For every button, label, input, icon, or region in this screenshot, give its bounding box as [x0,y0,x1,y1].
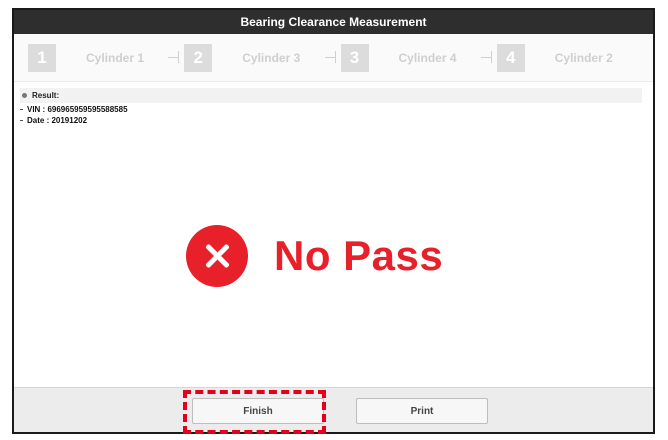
footer-bar: Finish Print [14,387,653,432]
step-separator [168,50,180,63]
bullet-icon [22,93,27,98]
result-heading: Result: [20,88,642,103]
step-cylinder-2: 4 Cylinder 2 [496,43,653,72]
dash-icon [20,120,23,121]
result-panel: Result: VIN : 696965959595588585 Date : … [14,82,653,125]
step-cylinder-1: 1 Cylinder 1 [28,43,184,72]
date-value: Date : 20191202 [27,116,88,125]
step-separator [480,50,492,63]
verdict: No Pass [186,225,443,287]
date-line: Date : 20191202 [20,116,653,125]
step-number: 2 [184,43,213,72]
step-number: 1 [28,43,56,72]
app-window: Bearing Clearance Measurement 1 Cylinder… [12,8,655,434]
x-circle-icon [186,225,248,287]
step-number: 4 [496,43,525,72]
dash-icon [20,109,23,110]
vin-value: VIN : 696965959595588585 [27,105,128,114]
finish-button[interactable]: Finish [192,398,324,424]
print-button[interactable]: Print [356,398,488,424]
step-indicator: 1 Cylinder 1 2 Cylinder 3 3 Cylinder 4 4… [14,34,653,82]
step-label: Cylinder 4 [398,50,457,65]
vin-line: VIN : 696965959595588585 [20,105,653,114]
step-label: Cylinder 3 [242,50,301,65]
step-cylinder-4: 3 Cylinder 4 [340,43,497,72]
step-cylinder-3: 2 Cylinder 3 [184,43,340,72]
step-separator [324,50,336,63]
step-label: Cylinder 1 [86,50,145,65]
window-title: Bearing Clearance Measurement [14,10,653,34]
result-heading-text: Result: [32,91,60,100]
step-number: 3 [340,43,369,72]
verdict-text: No Pass [274,232,444,279]
step-label: Cylinder 2 [554,50,613,65]
